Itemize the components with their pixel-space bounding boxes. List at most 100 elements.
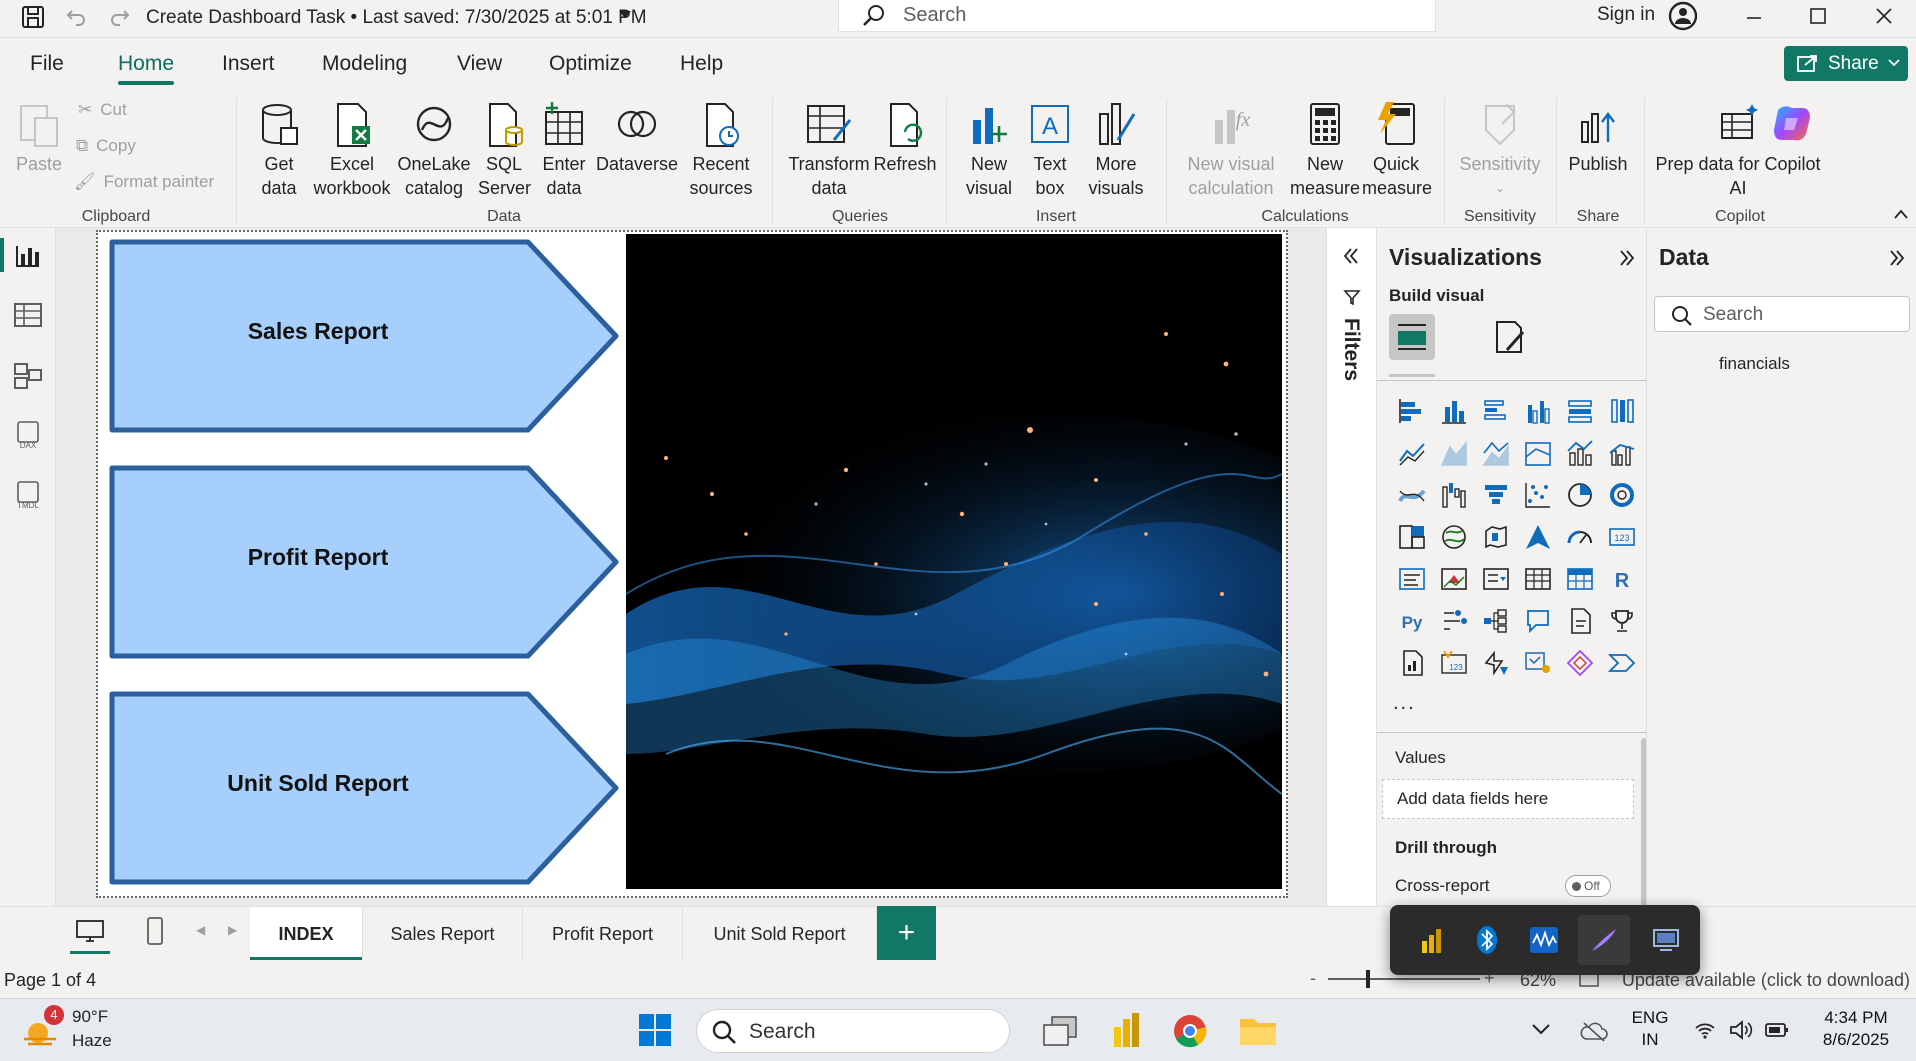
visual-type-map[interactable] [1433, 516, 1475, 558]
data-search-input[interactable]: Search [1654, 296, 1910, 332]
title-search-input[interactable]: Search [838, 0, 1436, 32]
visual-type-line-chart[interactable] [1391, 432, 1433, 474]
add-page-button[interactable]: + [877, 906, 936, 960]
visual-type-filled-map[interactable] [1475, 516, 1517, 558]
scroll-left-icon[interactable]: ◀ [196, 923, 205, 937]
mobile-layout-icon[interactable] [142, 915, 168, 949]
excel-workbook-button[interactable]: Excel workbook [312, 100, 392, 200]
visual-type-power-automate-flow[interactable] [1601, 642, 1643, 684]
visual-type-gauge[interactable] [1559, 516, 1601, 558]
scroll-right-icon[interactable]: ▶ [228, 923, 237, 937]
background-image[interactable] [626, 234, 1282, 889]
new-visual-calculation-button[interactable]: fx New visual calculation [1176, 100, 1286, 200]
build-visual-tab[interactable] [1389, 314, 1435, 360]
report-view-icon[interactable] [12, 240, 44, 270]
visual-type-azure-map[interactable] [1517, 516, 1559, 558]
clock[interactable]: 4:34 PM 8/6/2025 [1806, 1007, 1906, 1051]
sign-in-link[interactable]: Sign in [1597, 4, 1655, 26]
minimize-icon[interactable] [1744, 8, 1764, 28]
tab-help[interactable]: Help [680, 52, 723, 76]
text-box-button[interactable]: A Text box [1022, 100, 1078, 200]
tray-item-highlight[interactable] [1578, 915, 1630, 965]
visual-type-line-and-clustered-column-chart[interactable] [1601, 432, 1643, 474]
visual-type-area-chart[interactable] [1433, 432, 1475, 474]
collapse-ribbon-icon[interactable] [1893, 208, 1909, 220]
volume-icon[interactable] [1728, 1019, 1754, 1041]
file-explorer-icon[interactable] [1238, 1013, 1278, 1047]
values-drop-zone[interactable]: Add data fields here [1382, 779, 1634, 819]
table-view-icon[interactable] [12, 300, 44, 330]
audio-app-icon[interactable] [1530, 927, 1558, 953]
format-visual-icon[interactable] [1489, 318, 1529, 358]
model-view-icon[interactable] [12, 360, 44, 390]
visual-type-decomposition-tree[interactable] [1475, 600, 1517, 642]
more-visuals-button[interactable]: More visuals [1082, 100, 1150, 200]
weather-desc[interactable]: Haze [72, 1031, 112, 1051]
expand-filters-icon[interactable] [1341, 246, 1361, 266]
transform-data-button[interactable]: Transform data [786, 100, 872, 200]
visual-type-card[interactable]: 123 [1601, 516, 1643, 558]
profit-report-button[interactable]: Profit Report [108, 464, 622, 660]
new-measure-button[interactable]: New measure [1290, 100, 1360, 200]
page-tab-unit-sold-report[interactable]: Unit Sold Report [683, 907, 877, 961]
maximize-icon[interactable] [1808, 6, 1828, 26]
chevron-up-icon[interactable] [1530, 1021, 1552, 1037]
visual-type-100-stacked-bar-chart[interactable] [1559, 390, 1601, 432]
publish-button[interactable]: Publish [1564, 100, 1632, 176]
visual-type-funnel-chart[interactable] [1475, 474, 1517, 516]
visual-type-python-visual[interactable]: Py [1391, 600, 1433, 642]
visual-type-metrics[interactable] [1601, 600, 1643, 642]
visual-type-stacked-bar-chart[interactable] [1391, 390, 1433, 432]
redo-icon[interactable] [108, 5, 132, 29]
cut-button[interactable]: ✂ Cut [78, 100, 127, 120]
visual-type-ribbon-chart[interactable] [1391, 474, 1433, 516]
visual-type-clustered-bar-chart[interactable] [1475, 390, 1517, 432]
zoom-slider[interactable] [1328, 978, 1480, 980]
visual-type-smart-narrative[interactable] [1559, 600, 1601, 642]
zoom-out-icon[interactable]: - [1310, 968, 1316, 989]
save-icon[interactable] [20, 4, 46, 30]
visual-type-donut-chart[interactable] [1601, 474, 1643, 516]
undo-icon[interactable] [64, 5, 88, 29]
table-financials[interactable]: financials [1719, 354, 1790, 374]
visual-type-qna-visual[interactable] [1517, 600, 1559, 642]
onelake-catalog-button[interactable]: OneLake catalog [396, 100, 472, 200]
visual-type-key-influencers[interactable] [1433, 600, 1475, 642]
tab-optimize[interactable]: Optimize [549, 52, 632, 76]
collapse-pane-icon[interactable] [1617, 248, 1637, 268]
task-view-icon[interactable] [1040, 1015, 1080, 1047]
visual-type-r-script-visual[interactable]: R [1601, 558, 1643, 600]
tab-view[interactable]: View [457, 52, 502, 76]
page-tab-profit-report[interactable]: Profit Report [523, 907, 683, 961]
tmdl-view-icon[interactable]: TMDL [12, 480, 44, 510]
windows-start-icon[interactable] [638, 1013, 672, 1047]
visual-type-pie-chart[interactable] [1559, 474, 1601, 516]
visual-type-stacked-area-chart[interactable] [1475, 432, 1517, 474]
tab-modeling[interactable]: Modeling [322, 52, 407, 76]
page-tab-sales-report[interactable]: Sales Report [363, 907, 523, 961]
wifi-icon[interactable] [1694, 1021, 1716, 1039]
power-bi-taskbar-icon[interactable] [1110, 1011, 1144, 1049]
display-app-icon[interactable] [1652, 927, 1680, 953]
collapse-pane-icon[interactable] [1887, 248, 1907, 268]
visual-type-quick-insights[interactable] [1475, 642, 1517, 684]
new-visual-button[interactable]: New visual [960, 100, 1018, 200]
page-tab-index[interactable]: INDEX [250, 907, 363, 961]
visual-type-100-stacked-column-chart[interactable] [1601, 390, 1643, 432]
taskbar-search-input[interactable]: Search [696, 1009, 1010, 1053]
sales-report-button[interactable]: Sales Report [108, 238, 622, 434]
visual-type-kpi[interactable] [1433, 558, 1475, 600]
quick-measure-button[interactable]: Quick measure [1362, 100, 1432, 200]
recent-sources-button[interactable]: Recent sources [686, 100, 756, 200]
visual-type-power-apps[interactable] [1517, 642, 1559, 684]
visual-type-power-apps-diamond[interactable] [1559, 642, 1601, 684]
visual-type-line-and-stacked-column-chart[interactable] [1559, 432, 1601, 474]
chevron-down-icon[interactable] [618, 10, 632, 20]
dax-query-view-icon[interactable]: DAX [12, 420, 44, 450]
paste-button[interactable]: Paste [14, 100, 64, 176]
visual-type-stacked-column-chart[interactable] [1433, 390, 1475, 432]
visual-type-treemap[interactable] [1391, 516, 1433, 558]
visual-type-waterfall-chart[interactable] [1433, 474, 1475, 516]
share-button[interactable]: Share [1784, 46, 1908, 81]
desktop-layout-icon[interactable] [74, 917, 106, 947]
